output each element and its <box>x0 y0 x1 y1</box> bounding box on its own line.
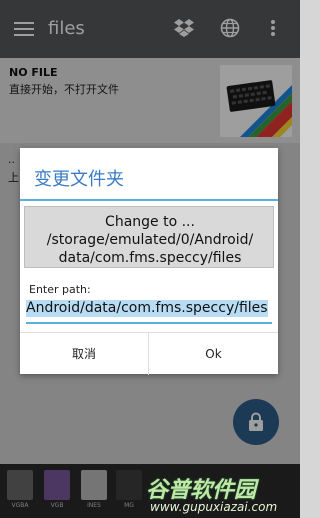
dialog-title: 变更文件夹 <box>34 169 124 190</box>
path-input[interactable]: Android/data/com.fms.speccy/files <box>26 300 272 324</box>
cancel-button[interactable]: 取消 <box>20 333 149 375</box>
dialog-message-box: Change to ... /storage/emulated/0/Androi… <box>24 206 274 268</box>
path-input-value: Android/data/com.fms.speccy/files <box>26 300 268 317</box>
watermark-url: www.gupuxiazai.com <box>150 500 278 514</box>
change-folder-dialog: 变更文件夹 Change to ... /storage/emulated/0/… <box>20 148 278 375</box>
dialog-message: Change to ... /storage/emulated/0/Androi… <box>25 213 275 267</box>
message-line: /storage/emulated/0/Android/ <box>46 232 254 248</box>
message-line: Change to ... <box>105 214 195 230</box>
message-line: data/com.fms.speccy/files <box>58 250 242 266</box>
ok-button[interactable]: Ok <box>149 333 278 375</box>
dialog-button-row: 取消 Ok <box>20 332 278 375</box>
dialog-divider <box>20 199 278 201</box>
enter-path-label: Enter path: <box>29 283 91 296</box>
